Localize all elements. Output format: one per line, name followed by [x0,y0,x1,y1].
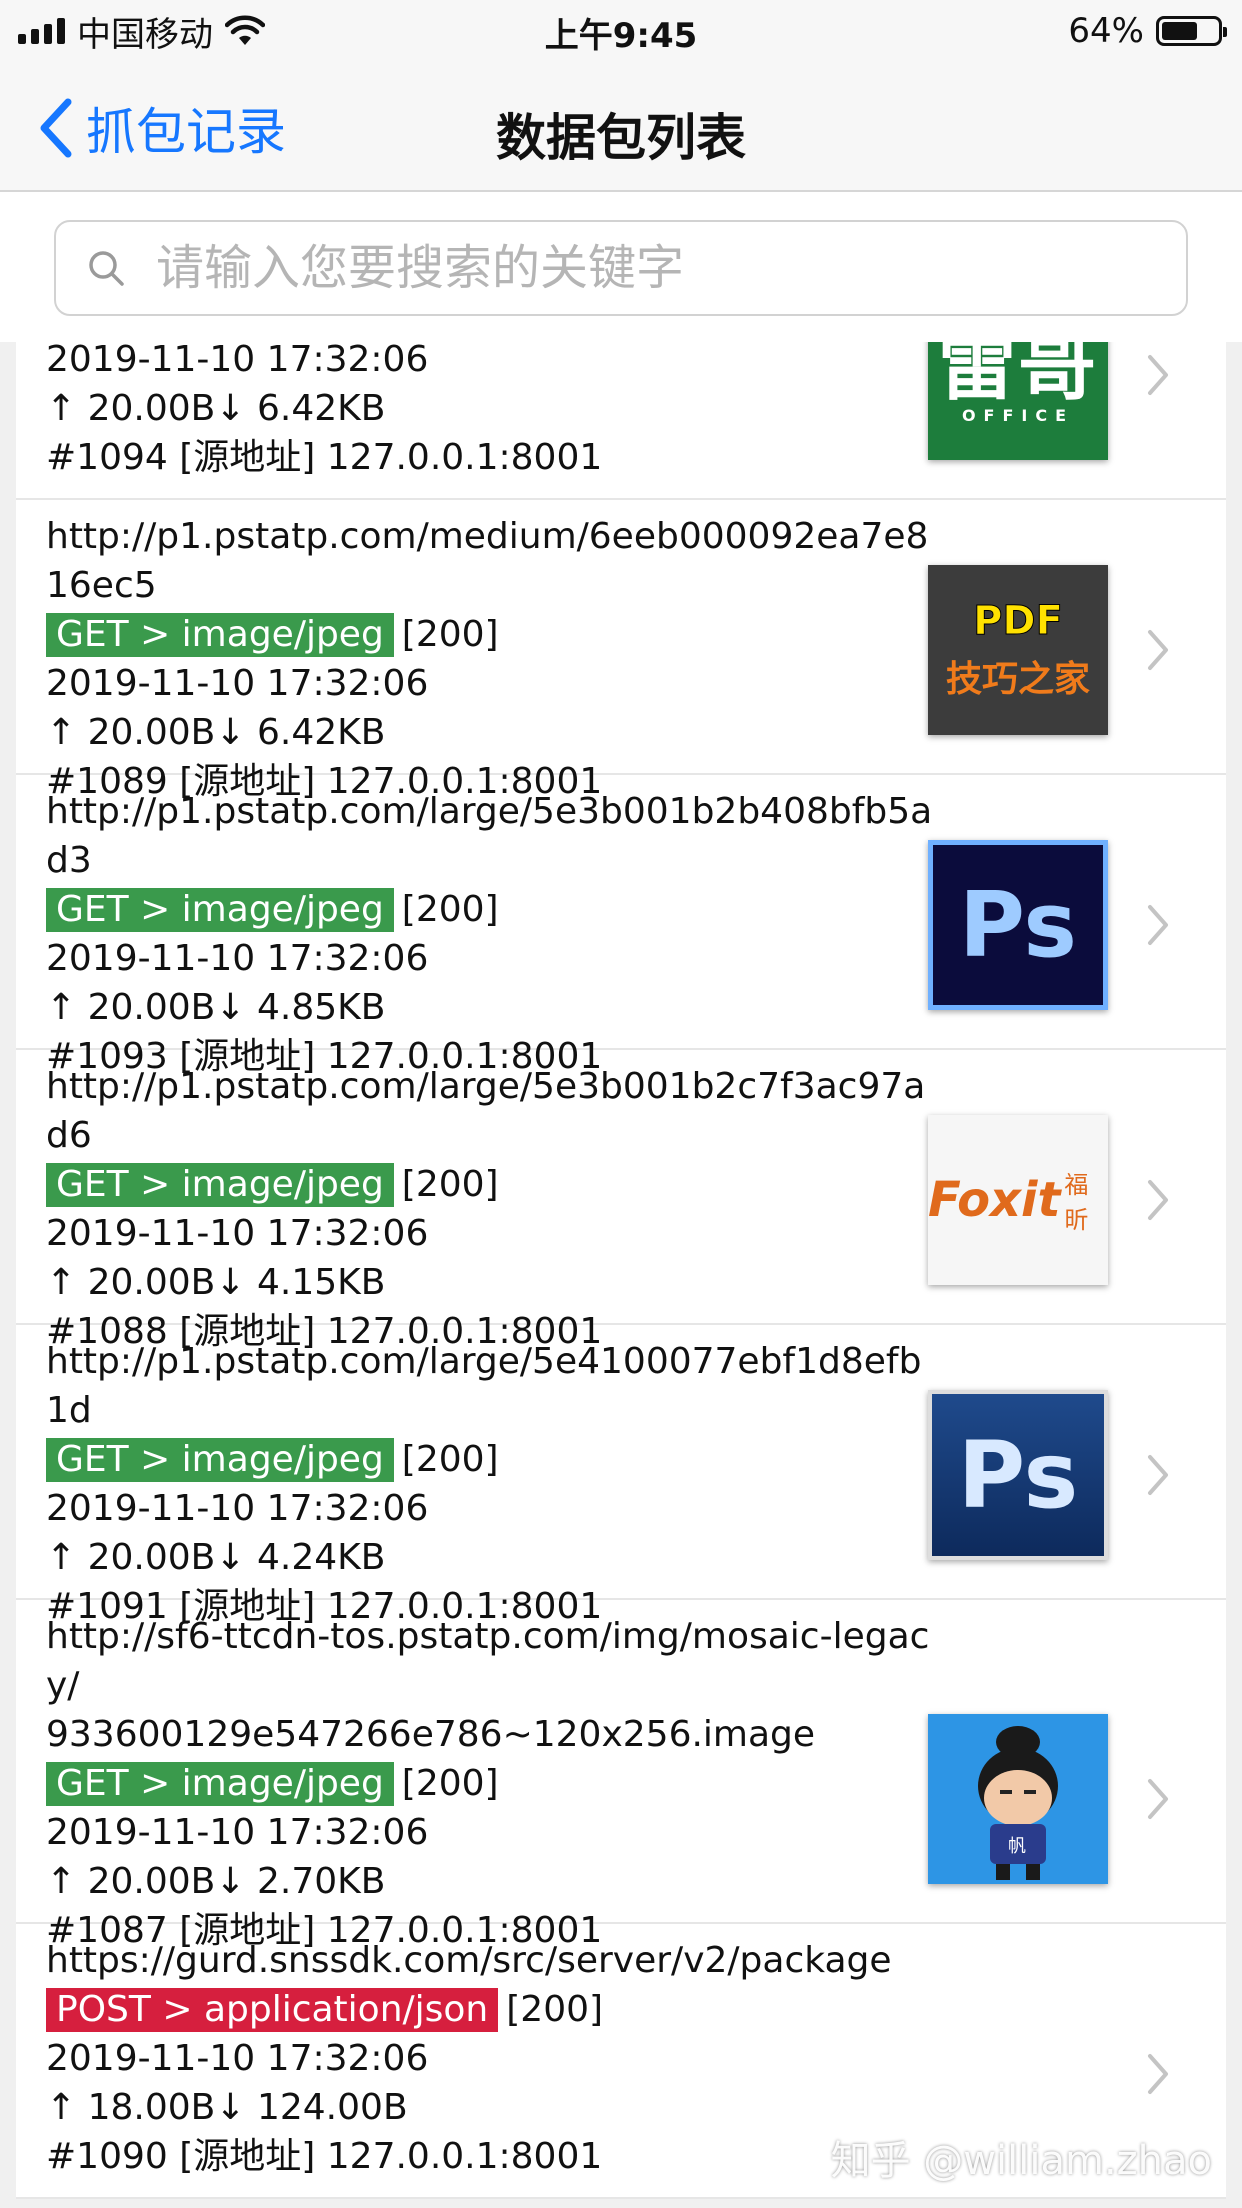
avatar-thumbnail: 帆 [928,1714,1108,1884]
packet-type-line: GET > image/jpeg [200] [46,1160,936,1209]
thumbnail-subtitle: 技巧之家 [945,659,1090,700]
chevron-right-icon [1148,905,1168,945]
packet-list-item[interactable]: http://p1.pstatp.com/large/5e3b001b2b408… [16,775,1226,1077]
packet-thumbnail: Ps [928,840,1108,1010]
battery-percent: 64% [1068,11,1144,51]
packet-source: #1090 [源地址] 127.0.0.1:8001 [46,2136,603,2177]
packet-time: 2019-11-10 17:32:06 [46,938,429,979]
thumbnail-title: PDF [973,598,1064,645]
packet-size: ↑ 20.00B↓ 4.24KB [46,1537,386,1578]
packet-type-tag: GET > image/jpeg [46,1163,394,1207]
search-box[interactable] [54,220,1188,316]
packet-url: http://p1.pstatp.com/large/5e3b001b2c7f3… [46,1066,926,1156]
packet-type-line: GET > image/jpeg [200] [46,1759,936,1808]
packet-status: [200] [401,614,499,655]
photoshop-logo: Ps [959,872,1077,978]
thumbnail-title: 雷哥 [937,342,1098,411]
packet-list: GET > image/jpeg[200] 2019-11-10 17:32:0… [16,342,1226,2199]
thumbnail-subtitle: 福昕 [1064,1171,1089,1234]
packet-type-line: POST > application/json [200] [46,1985,936,2034]
packet-text: http://sf6-ttcdn-tos.pstatp.com/img/mosa… [46,1612,936,1955]
packet-type-tag: GET > image/jpeg [46,613,394,657]
packet-url: http://p1.pstatp.com/large/5e3b001b2b408… [46,791,933,881]
packet-time: 2019-11-10 17:32:06 [46,1488,429,1529]
packet-url: http://p1.pstatp.com/medium/6eeb000092ea… [46,516,929,606]
packet-list-item[interactable]: http://p1.pstatp.com/large/5e4100077ebf1… [16,1325,1226,1627]
packet-list-item[interactable]: http://p1.pstatp.com/medium/6eeb000092ea… [16,500,1226,802]
packet-time: 2019-11-10 17:32:06 [46,342,429,380]
packet-time: 2019-11-10 17:32:06 [46,1812,429,1853]
chevron-right-icon [1148,355,1168,395]
packet-text: http://p1.pstatp.com/large/5e3b001b2c7f3… [46,1062,936,1356]
status-time: 上午9:45 [544,16,698,56]
search-bar [0,192,1242,342]
photoshop-logo: Ps [957,1421,1079,1529]
watermark: 知乎 @william.zhao [830,2138,1212,2184]
battery-icon [1156,16,1227,46]
packet-list-item[interactable]: http://sf6-ttcdn-tos.pstatp.com/img/mosa… [16,1600,1226,1951]
status-right: 64% [1068,8,1227,54]
thumbnail-subtitle: OFFICE [961,405,1075,425]
status-bar: 中国移动 上午9:45 64% [0,0,1242,62]
chevron-right-icon [1148,1180,1168,1220]
search-input[interactable] [154,239,1118,297]
cartoon-avatar-icon [978,1726,1058,1880]
packet-time: 2019-11-10 17:32:06 [46,1213,429,1254]
packet-text: http://p1.pstatp.com/large/5e3b001b2b408… [46,787,936,1081]
packet-thumbnail: PDF 技巧之家 [928,565,1108,735]
packet-size: ↑ 20.00B↓ 4.85KB [46,987,386,1028]
packet-size: ↑ 20.00B↓ 6.42KB [46,712,386,753]
chevron-right-icon [1148,1779,1168,1819]
packet-text: GET > image/jpeg[200] 2019-11-10 17:32:0… [46,342,936,482]
packet-type-tag: GET > image/jpeg [46,1438,394,1482]
packet-status: [200] [401,1439,499,1480]
packet-list-item[interactable]: GET > image/jpeg[200] 2019-11-10 17:32:0… [16,342,1226,500]
packet-size: ↑ 20.00B↓ 4.15KB [46,1262,386,1303]
packet-size: ↑ 20.00B↓ 6.42KB [46,388,386,429]
packet-status: [200] [401,1164,499,1205]
packet-thumbnail: Ps [928,1390,1108,1560]
packet-text: http://p1.pstatp.com/large/5e4100077ebf1… [46,1337,936,1631]
packet-list-item[interactable]: http://p1.pstatp.com/large/5e3b001b2c7f3… [16,1050,1226,1352]
navigation-bar: 抓包记录 数据包列表 [0,62,1242,192]
packet-status: [200] [401,889,499,930]
packet-text: http://p1.pstatp.com/medium/6eeb000092ea… [46,512,936,806]
packet-type-tag: GET > image/jpeg [46,888,394,932]
packet-url: https://gurd.snssdk.com/src/server/v2/pa… [46,1940,892,1981]
packet-size: ↑ 18.00B↓ 124.00B [46,2087,408,2128]
packet-time: 2019-11-10 17:32:06 [46,2038,429,2079]
foxit-logo: Foxit [928,1172,1061,1228]
packet-source: #1094 [源地址] 127.0.0.1:8001 [46,437,603,478]
packet-text: https://gurd.snssdk.com/src/server/v2/pa… [46,1936,936,2181]
packet-url: http://p1.pstatp.com/large/5e4100077ebf1… [46,1341,922,1431]
packet-type-tag: POST > application/json [46,1988,499,2032]
search-icon [89,251,124,286]
chevron-right-icon [1148,1455,1168,1495]
packet-status: [200] [401,1763,499,1804]
packet-size: ↑ 20.00B↓ 2.70KB [46,1861,386,1902]
chevron-right-icon [1148,630,1168,670]
packet-type-line: GET > image/jpeg [200] [46,885,936,934]
chevron-right-icon [1148,2054,1168,2094]
packet-thumbnail: Foxit 福昕 [928,1115,1108,1285]
packet-type-line: GET > image/jpeg [200] [46,610,936,659]
packet-status: [200] [506,1989,604,2030]
packet-list-area[interactable]: GET > image/jpeg[200] 2019-11-10 17:32:0… [0,342,1242,2208]
page-title: 数据包列表 [496,109,746,167]
packet-type-tag: GET > image/jpeg [46,1762,394,1806]
packet-thumbnail: 雷哥 OFFICE [928,342,1108,460]
packet-time: 2019-11-10 17:32:06 [46,663,429,704]
avatar-shirt-text: 帆 [1008,1836,1026,1857]
packet-type-line: GET > image/jpeg [200] [46,1435,936,1484]
battery-fill [1162,22,1197,40]
packet-url: http://sf6-ttcdn-tos.pstatp.com/img/mosa… [46,1616,930,1755]
